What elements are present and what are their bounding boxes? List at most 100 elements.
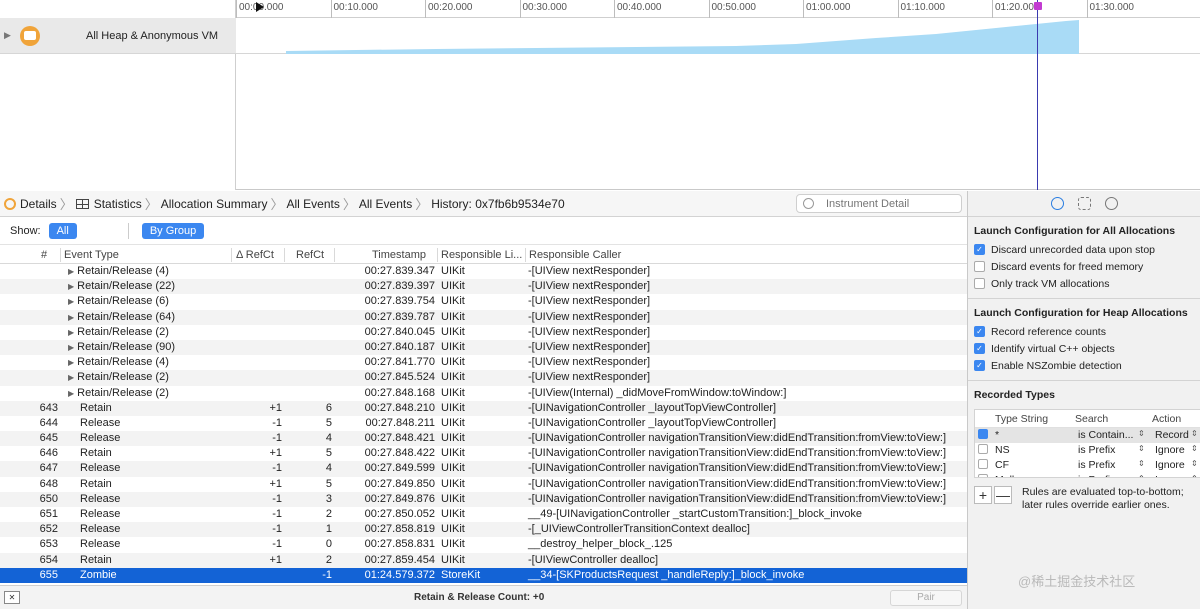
option-row[interactable]: Only track VM allocations <box>968 275 1200 292</box>
disclosure-triangle-icon[interactable]: ▶ <box>68 343 74 352</box>
option-row[interactable]: Discard events for freed memory <box>968 258 1200 275</box>
option-checkbox[interactable]: ✓ <box>974 244 985 255</box>
recorded-type-search[interactable]: is Prefix <box>1078 459 1115 471</box>
column-separator[interactable] <box>334 248 335 262</box>
recorded-type-search[interactable]: is Contain... <box>1078 429 1133 441</box>
table-row[interactable]: 653 Release -1 0 00:27.858.831 UIKit __destroy… <box>0 537 967 552</box>
recorded-type-search[interactable]: is Prefix <box>1078 474 1115 477</box>
recorded-type-row[interactable]: CF is Prefix Ignore ⇕ ⇕ <box>975 458 1200 473</box>
column-header-refct[interactable]: RefCt <box>296 249 324 261</box>
column-header-search[interactable]: Search <box>1075 413 1108 425</box>
table-row[interactable]: ▶ Retain/Release (90) 00:27.840.187 UIKit -[… <box>0 339 967 356</box>
recorded-type-action[interactable]: Ignore <box>1155 459 1185 471</box>
disclosure-triangle-icon[interactable]: ▶ <box>68 313 74 322</box>
option-row[interactable]: ✓ Enable NSZombie detection <box>968 357 1200 374</box>
extended-detail-info-icon[interactable] <box>1104 197 1118 210</box>
table-row[interactable]: ▶ Retain/Release (64) 00:27.839.787 UIKit -[… <box>0 309 967 325</box>
recorded-type-string[interactable]: Malloc <box>995 474 1025 477</box>
action-popup-arrows-icon[interactable]: ⇕ <box>1191 459 1198 468</box>
table-row[interactable]: 646 Retain +1 5 00:27.848.422 UIKit -[UINaviga… <box>0 446 967 461</box>
column-separator[interactable] <box>437 248 438 262</box>
disclosure-triangle-icon[interactable]: ▶ <box>68 297 74 306</box>
option-row[interactable]: ✓ Identify virtual C++ objects <box>968 340 1200 357</box>
table-row[interactable]: ▶ Retain/Release (22) 00:27.839.397 UIKit -[… <box>0 279 967 295</box>
recorded-type-string[interactable]: * <box>995 429 999 441</box>
search-popup-arrows-icon[interactable]: ⇕ <box>1138 459 1145 468</box>
disclosure-triangle-icon[interactable]: ▶ <box>68 389 74 398</box>
crumb-history[interactable]: History: 0x7fb6b9534e70 <box>431 197 564 211</box>
instrument-detail-search[interactable] <box>796 194 962 213</box>
column-separator[interactable] <box>284 248 285 262</box>
crumb-all-events-1[interactable]: All Events 〉 <box>286 194 358 213</box>
crumb-allocation-summary[interactable]: Allocation Summary 〉 <box>161 194 287 213</box>
playback-start-marker[interactable] <box>256 2 264 12</box>
recorded-type-checkbox[interactable] <box>978 474 988 477</box>
recorded-type-checkbox[interactable] <box>978 429 988 439</box>
recorded-type-search[interactable]: is Prefix <box>1078 444 1115 456</box>
track-row-all-heap[interactable]: ▶ All Heap & Anonymous VM <box>0 18 236 54</box>
remove-rule-button[interactable]: — <box>994 486 1012 504</box>
option-checkbox[interactable]: ✓ <box>974 360 985 371</box>
crumb-statistics[interactable]: Statistics 〉 <box>94 194 161 213</box>
toggle-detail-button[interactable]: ✕ <box>4 591 20 604</box>
table-row[interactable]: ▶ Retain/Release (2) 00:27.840.045 UIKit -[U… <box>0 325 967 340</box>
table-row[interactable]: 652 Release -1 1 00:27.858.819 UIKit -[_UIView… <box>0 522 967 538</box>
table-row[interactable]: ▶ Retain/Release (2) 00:27.848.168 UIKit -[U… <box>0 386 967 401</box>
search-popup-arrows-icon[interactable]: ⇕ <box>1138 474 1145 477</box>
option-checkbox[interactable]: ✓ <box>974 343 985 354</box>
column-header-timestamp[interactable]: Timestamp <box>372 249 426 261</box>
disclosure-triangle-icon[interactable]: ▶ <box>68 373 74 382</box>
table-row-selected[interactable]: 655 Zombie -1 01:24.579.372 StoreKit __34-[SK… <box>0 567 967 583</box>
recorded-type-row[interactable]: Malloc is Prefix Ignore ⇕ ⇕ <box>975 473 1200 477</box>
disclosure-triangle-icon[interactable]: ▶ <box>68 328 74 337</box>
instrument-detail-input[interactable] <box>826 197 956 210</box>
option-row[interactable]: ✓ Discard unrecorded data upon stop <box>968 241 1200 258</box>
by-group-button[interactable]: By Group <box>141 223 205 239</box>
recorded-type-action[interactable]: Ignore <box>1155 474 1185 477</box>
recorded-type-string[interactable]: CF <box>995 459 1009 471</box>
pair-button[interactable]: Pair <box>890 590 962 606</box>
recorded-type-row[interactable]: * is Contain... Record ⇕ ⇕ <box>975 428 1200 443</box>
disclosure-triangle-icon[interactable]: ▶ <box>68 267 74 276</box>
disclosure-triangle-icon[interactable]: ▶ <box>68 282 74 291</box>
show-all-button[interactable]: All <box>48 223 77 239</box>
table-row[interactable]: ▶ Retain/Release (4) 00:27.841.770 UIKit -[U… <box>0 355 967 370</box>
column-header-num[interactable]: # <box>41 249 47 261</box>
time-ruler[interactable]: 00:00.000 00:10.000 00:20.000 00:30.000 00:4… <box>236 0 1200 18</box>
column-header-event-type[interactable]: Event Type <box>64 249 119 261</box>
playhead[interactable] <box>1037 0 1038 190</box>
inspection-flag-icon[interactable] <box>1034 2 1042 10</box>
crumb-details[interactable]: Details 〉 <box>20 194 76 213</box>
table-row[interactable]: ▶ Retain/Release (2) 00:27.845.524 UIKit -[U… <box>0 370 967 386</box>
table-row[interactable]: ▶ Retain/Release (6) 00:27.839.754 UIKit -[U… <box>0 294 967 309</box>
table-row[interactable]: ▶ Retain/Release (4) 00:27.839.347 UIKit -[U… <box>0 264 967 279</box>
column-header-action[interactable]: Action <box>1152 413 1181 425</box>
allocation-graph[interactable] <box>236 18 1200 54</box>
recorded-type-checkbox[interactable] <box>978 459 988 469</box>
action-popup-arrows-icon[interactable]: ⇕ <box>1191 474 1198 477</box>
crumb-all-events-2[interactable]: All Events 〉 <box>359 194 431 213</box>
record-settings-tab-icon[interactable] <box>1050 197 1064 210</box>
search-popup-arrows-icon[interactable]: ⇕ <box>1138 429 1145 438</box>
column-separator[interactable] <box>231 248 232 262</box>
option-row[interactable]: ✓ Record reference counts <box>968 323 1200 340</box>
table-row[interactable]: 645 Release -1 4 00:27.848.421 UIKit -[UINavig… <box>0 431 967 447</box>
recorded-type-action[interactable]: Record <box>1155 429 1189 441</box>
column-header-responsible-library[interactable]: Responsible Li... <box>441 249 522 261</box>
table-row[interactable]: 643 Retain +1 6 00:27.848.210 UIKit -[UINaviga… <box>0 400 967 416</box>
option-checkbox[interactable] <box>974 278 985 289</box>
table-row[interactable]: 644 Release -1 5 00:27.848.211 UIKit -[UINavig… <box>0 416 967 431</box>
add-rule-button[interactable]: + <box>974 486 992 504</box>
recorded-type-checkbox[interactable] <box>978 444 988 454</box>
column-separator[interactable] <box>525 248 526 262</box>
column-header-responsible-caller[interactable]: Responsible Caller <box>529 249 621 261</box>
disclosure-triangle-icon[interactable]: ▶ <box>4 30 18 41</box>
disclosure-triangle-icon[interactable]: ▶ <box>68 358 74 367</box>
table-row[interactable]: 651 Release -1 2 00:27.850.052 UIKit __49-[UIN… <box>0 507 967 522</box>
recorded-type-string[interactable]: NS <box>995 444 1010 456</box>
display-settings-gear-icon[interactable] <box>1077 197 1091 210</box>
recorded-type-row[interactable]: NS is Prefix Ignore ⇕ ⇕ <box>975 443 1200 458</box>
table-row[interactable]: 647 Release -1 4 00:27.849.599 UIKit -[UINavig… <box>0 461 967 477</box>
table-row[interactable]: 654 Retain +1 2 00:27.859.454 UIKit -[UIViewCo… <box>0 552 967 568</box>
option-checkbox[interactable] <box>974 261 985 272</box>
